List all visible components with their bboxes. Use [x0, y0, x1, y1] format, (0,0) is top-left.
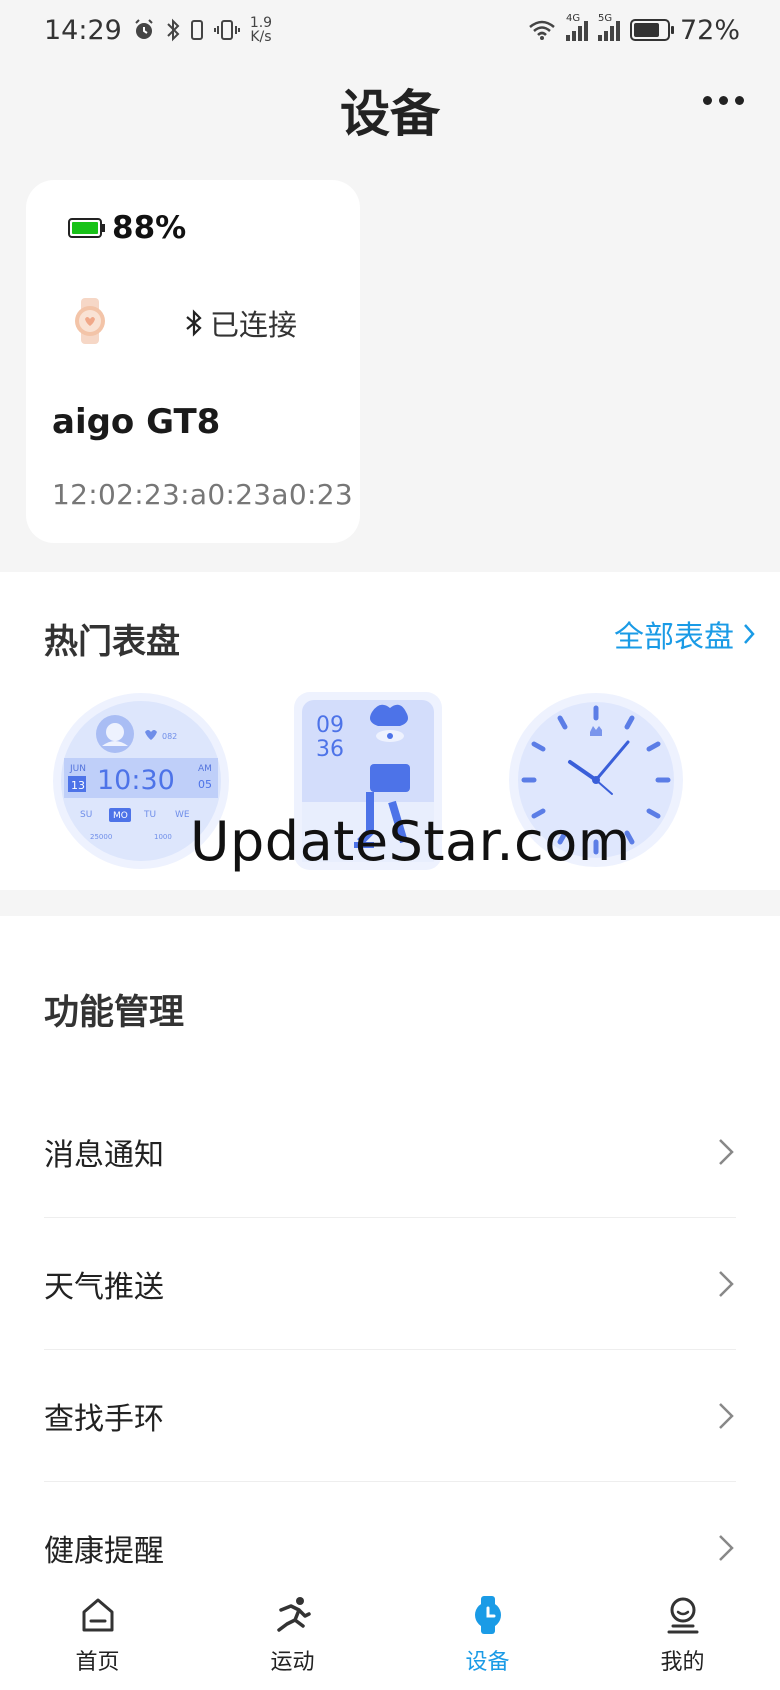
function-item-label: 消息通知: [44, 1137, 164, 1173]
watch-faces-section: 热门表盘 全部表盘 082 JUN 13 10:30 AM 05 SU MO T…: [0, 572, 780, 890]
face1-weekday-1: SU: [80, 810, 92, 820]
alarm-icon: [135, 19, 153, 39]
running-icon: [276, 1597, 311, 1632]
face1-heart-rate: 082: [162, 732, 177, 741]
device-name: aigo GT8: [52, 402, 221, 442]
nav-item-device[interactable]: 设备: [390, 1580, 585, 1690]
battery-charging-icon: [629, 19, 674, 41]
face1-ampm: AM: [198, 764, 212, 774]
sim1-type: 4G: [565, 13, 581, 24]
chevron-right-icon: [719, 1535, 734, 1561]
device-battery: 88%: [68, 210, 186, 246]
watch-thumbnail-icon: [75, 298, 105, 344]
nav-item-sport[interactable]: 运动: [195, 1580, 390, 1690]
net-speed: 1.9 K/s: [250, 16, 272, 44]
face1-calories: 1000: [154, 833, 172, 841]
face2-hour: 09: [316, 713, 344, 738]
function-item-notifications[interactable]: 消息通知: [44, 1086, 736, 1218]
nav-label: 运动: [270, 1650, 315, 1675]
watch-icon: [474, 1596, 501, 1634]
function-list: 消息通知 天气推送 查找手环 健康提醒: [44, 1086, 736, 1614]
face1-month: JUN: [69, 764, 86, 774]
section-title-watch-faces: 热门表盘: [44, 622, 180, 662]
function-item-label: 天气推送: [44, 1269, 164, 1305]
vibrate-icon: [213, 20, 240, 40]
status-bar: 14:29 1.9 K/s 4G 5G 72%: [0, 0, 780, 60]
phone-icon: [190, 20, 203, 40]
face1-day: 13: [71, 779, 85, 792]
nav-label: 设备: [465, 1650, 510, 1675]
nav-label: 我的: [660, 1650, 705, 1675]
signal-2: 5G: [597, 13, 620, 41]
face1-time: 10:30: [97, 765, 175, 796]
chevron-right-icon: [719, 1402, 734, 1429]
bluetooth-icon: [186, 309, 202, 337]
profile-icon: [667, 1597, 698, 1634]
function-item-label: 健康提醒: [44, 1534, 164, 1569]
wifi-icon: [529, 20, 555, 40]
sim2-type: 5G: [597, 13, 613, 24]
status-left: 14:29 1.9 K/s: [44, 15, 272, 46]
bluetooth-icon: [167, 18, 180, 42]
face1-date-num: 05: [198, 778, 212, 791]
more-dots-icon[interactable]: [703, 96, 744, 105]
function-item-label: 查找手环: [44, 1401, 164, 1437]
connection-status: 已连接: [184, 302, 297, 344]
face1-weekday-3: TU: [143, 810, 156, 820]
chevron-right-icon: [719, 1270, 734, 1297]
device-mac-address: 12:02:23:a0:23a0:23: [52, 478, 353, 511]
function-item-find-band[interactable]: 查找手环: [44, 1350, 736, 1482]
connection-label: 已连接: [210, 308, 298, 342]
face1-weekday-4: WE: [175, 810, 190, 820]
status-time: 14:29: [44, 14, 122, 46]
home-icon: [82, 1598, 113, 1632]
status-battery-percent: 72%: [679, 14, 740, 46]
nav-item-profile[interactable]: 我的: [585, 1580, 780, 1690]
function-management-section: 功能管理 消息通知 天气推送 查找手环 健康提醒: [0, 916, 780, 1580]
device-card[interactable]: 88% 已连接 aigo GT8 12:02:23:a0:23a0:23: [26, 180, 360, 543]
face1-steps: 25000: [90, 833, 112, 841]
all-watch-faces-link[interactable]: 全部表盘: [614, 612, 756, 656]
chevron-right-icon: [719, 1138, 734, 1165]
signal-1: 4G: [565, 13, 588, 41]
face2-minute: 36: [316, 737, 344, 762]
device-battery-percent: 88%: [112, 210, 187, 246]
status-right: 4G 5G 72%: [528, 13, 740, 46]
chevron-right-icon: [744, 624, 755, 644]
watermark: UpdateStar.com: [190, 810, 631, 873]
function-item-weather[interactable]: 天气推送: [44, 1218, 736, 1350]
bottom-navigation: 首页 运动 设备 我的: [0, 1580, 780, 1690]
net-speed-unit: K/s: [250, 29, 272, 45]
nav-label: 首页: [75, 1650, 120, 1675]
face1-weekday-2: MO: [113, 811, 128, 821]
nav-item-home[interactable]: 首页: [0, 1580, 195, 1690]
all-watch-faces-label: 全部表盘: [614, 620, 734, 655]
header: 设备: [0, 60, 780, 160]
page-title: 设备: [340, 85, 440, 143]
battery-icon: [68, 218, 105, 238]
section-title-functions: 功能管理: [44, 993, 185, 1033]
